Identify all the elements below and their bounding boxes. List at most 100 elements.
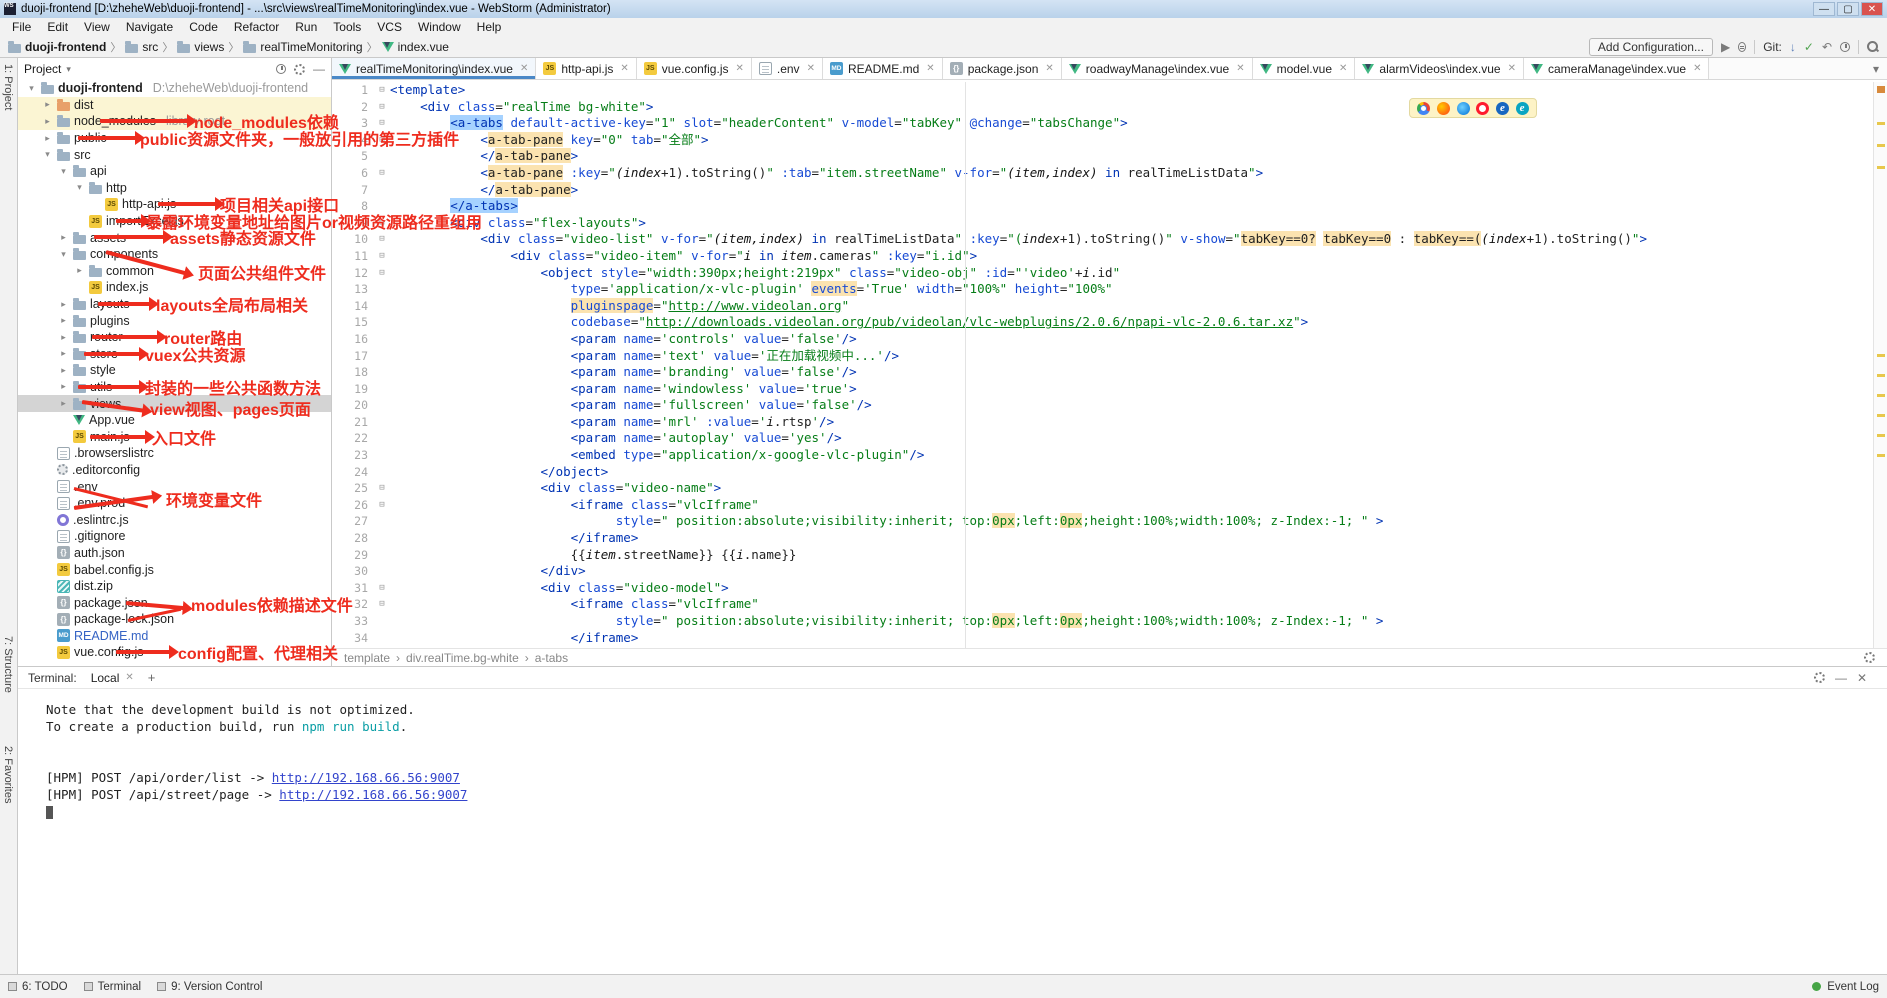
tree-item[interactable]: ▾http (18, 180, 331, 197)
chevron-right-icon[interactable]: ▸ (42, 116, 53, 127)
code-text[interactable]: <param name='controls' value='false'/> (390, 331, 1873, 348)
menu-item-refactor[interactable]: Refactor (226, 18, 287, 36)
editor-tab[interactable]: model.vue✕ (1253, 58, 1356, 79)
code-text[interactable]: <param name='text' value='正在加载视频中...'/> (390, 348, 1873, 365)
tree-item[interactable]: ▸common (18, 263, 331, 280)
tree-item[interactable]: ▾components (18, 246, 331, 263)
editor-breadcrumb-item[interactable]: a-tabs (535, 651, 568, 665)
tab-list-dropdown-icon[interactable]: ▾ (1865, 58, 1887, 79)
code-line[interactable]: 5 </a-tab-pane> (332, 148, 1873, 165)
code-editor[interactable]: 1⊟<template>2⊟ <div class="realTime bg-w… (332, 82, 1873, 648)
minimize-panel-icon[interactable]: — (1835, 671, 1847, 685)
code-line[interactable]: 33 style=" position:absolute;visibility:… (332, 613, 1873, 630)
close-icon[interactable]: ✕ (1045, 63, 1053, 74)
code-line[interactable]: 25⊟ <div class="video-name"> (332, 480, 1873, 497)
code-line[interactable]: 17 <param name='text' value='正在加载视频中...'… (332, 348, 1873, 365)
maximize-button[interactable]: ▢ (1837, 2, 1859, 16)
opera-browser-icon[interactable] (1476, 102, 1489, 115)
terminal-settings-gear-icon[interactable] (1814, 672, 1825, 683)
chevron-right-icon[interactable]: ▸ (74, 265, 85, 276)
code-text[interactable]: pluginspage="http://www.videolan.org" (390, 298, 1873, 315)
code-text[interactable]: type='application/x-vlc-plugin' events='… (390, 281, 1873, 298)
warning-stripe-mark[interactable] (1877, 144, 1885, 147)
code-line[interactable]: 28 </iframe> (332, 530, 1873, 547)
tree-item[interactable]: {}package.json (18, 594, 331, 611)
tree-item[interactable]: ▸plugins (18, 312, 331, 329)
fold-marker-icon[interactable]: ⊟ (374, 215, 390, 232)
code-line[interactable]: 24 </object> (332, 464, 1873, 481)
tree-item[interactable]: {}auth.json (18, 545, 331, 562)
code-text[interactable]: <a-tab-pane key="0" tab="全部"> (390, 132, 1873, 149)
code-line[interactable]: 9⊟ <div class="flex-layouts"> (332, 215, 1873, 232)
chevron-down-icon[interactable]: ▾ (42, 149, 53, 160)
code-text[interactable]: </div> (390, 563, 1873, 580)
close-panel-icon[interactable]: ✕ (1857, 671, 1867, 685)
fold-marker-icon[interactable]: ⊟ (374, 596, 390, 613)
warning-stripe-mark[interactable] (1877, 374, 1885, 377)
code-text[interactable]: style=" position:absolute;visibility:inh… (390, 513, 1873, 530)
code-text[interactable]: <div class="video-item" v-for="i in item… (390, 248, 1873, 265)
close-icon[interactable]: ✕ (520, 63, 528, 74)
history-icon[interactable] (1840, 42, 1850, 52)
code-text[interactable]: <a-tab-pane :key="(index+1).toString()" … (390, 165, 1873, 182)
editor-tab[interactable]: roadwayManage\index.vue✕ (1062, 58, 1253, 79)
menu-item-edit[interactable]: Edit (39, 18, 76, 36)
code-text[interactable]: </a-tabs> (390, 198, 1873, 215)
code-line[interactable]: 19 <param name='windowless' value='true'… (332, 381, 1873, 398)
code-line[interactable]: 6⊟ <a-tab-pane :key="(index+1).toString(… (332, 165, 1873, 182)
tree-item[interactable]: JSvue.config.js (18, 644, 331, 661)
tree-item[interactable]: {}package-lock.json (18, 611, 331, 628)
warning-stripe-mark[interactable] (1877, 434, 1885, 437)
editor-tab[interactable]: realTimeMonitoring\index.vue✕ (332, 58, 536, 79)
chevron-right-icon[interactable]: ▸ (58, 348, 69, 359)
tree-item[interactable]: dist.zip (18, 578, 331, 595)
status-item----version-control[interactable]: 9: Version Control (157, 981, 262, 993)
chevron-down-icon[interactable]: ▾ (26, 83, 37, 94)
breadcrumb-item[interactable]: duoji-frontend (8, 40, 106, 54)
tree-item[interactable]: JSmain.js (18, 428, 331, 445)
code-text[interactable]: <iframe class="vlcIframe" (390, 596, 1873, 613)
tree-item[interactable]: .env.prod (18, 495, 331, 512)
code-text[interactable]: <div class="flex-layouts"> (390, 215, 1873, 232)
add-configuration-button[interactable]: Add Configuration... (1589, 38, 1713, 56)
editor-tab[interactable]: .env✕ (752, 58, 823, 79)
breadcrumb-item[interactable]: realTimeMonitoring (243, 40, 362, 54)
chevron-right-icon[interactable]: ▸ (58, 315, 69, 326)
editor-tab[interactable]: MDREADME.md✕ (823, 58, 943, 79)
menu-item-navigate[interactable]: Navigate (118, 18, 181, 36)
tree-item[interactable]: ▸views (18, 395, 331, 412)
tree-item[interactable]: ▾api (18, 163, 331, 180)
tree-item[interactable]: ▸layouts (18, 296, 331, 313)
editor-tab[interactable]: JShttp-api.js✕ (536, 58, 636, 79)
code-line[interactable]: 18 <param name='branding' value='false'/… (332, 364, 1873, 381)
code-line[interactable]: 23 <embed type="application/x-google-vlc… (332, 447, 1873, 464)
breadcrumb-item[interactable]: views (177, 40, 224, 54)
code-text[interactable]: </iframe> (390, 530, 1873, 547)
project-settings-gear-icon[interactable] (294, 64, 305, 75)
tree-item[interactable]: App.vue (18, 412, 331, 429)
code-line[interactable]: 11⊟ <div class="video-item" v-for="i in … (332, 248, 1873, 265)
code-line[interactable]: 3⊟ <a-tabs default-active-key="1" slot="… (332, 115, 1873, 132)
code-text[interactable]: <param name='autoplay' value='yes'/> (390, 430, 1873, 447)
warning-stripe-mark[interactable] (1877, 454, 1885, 457)
warning-stripe-mark[interactable] (1877, 354, 1885, 357)
editor-tab[interactable]: JSvue.config.js✕ (637, 58, 752, 79)
code-text[interactable]: {{item.streetName}} {{i.name}} (390, 547, 1873, 564)
minimize-button[interactable]: — (1813, 2, 1835, 16)
code-line[interactable]: 4⊟ <a-tab-pane key="0" tab="全部"> (332, 132, 1873, 149)
tree-item[interactable]: ▸utils (18, 379, 331, 396)
code-line[interactable]: 12⊟ <object style="width:390px;height:21… (332, 265, 1873, 282)
breadcrumb-item[interactable]: src (125, 40, 158, 54)
new-terminal-icon[interactable]: + (148, 670, 156, 685)
code-text[interactable]: </a-tab-pane> (390, 182, 1873, 199)
editor-tab[interactable]: alarmVideos\index.vue✕ (1355, 58, 1524, 79)
code-line[interactable]: 8 </a-tabs> (332, 198, 1873, 215)
menu-item-tools[interactable]: Tools (325, 18, 369, 36)
terminal-tab-local[interactable]: Local✕ (87, 671, 138, 685)
chevron-right-icon[interactable]: ▸ (42, 99, 53, 110)
hide-panel-icon[interactable]: — (313, 62, 325, 76)
safari-browser-icon[interactable] (1457, 102, 1470, 115)
terminal-link[interactable]: http://192.168.66.56:9007 (272, 770, 460, 785)
code-text[interactable]: <param name='mrl' :value='i.rtsp'/> (390, 414, 1873, 431)
code-line[interactable]: 32⊟ <iframe class="vlcIframe" (332, 596, 1873, 613)
